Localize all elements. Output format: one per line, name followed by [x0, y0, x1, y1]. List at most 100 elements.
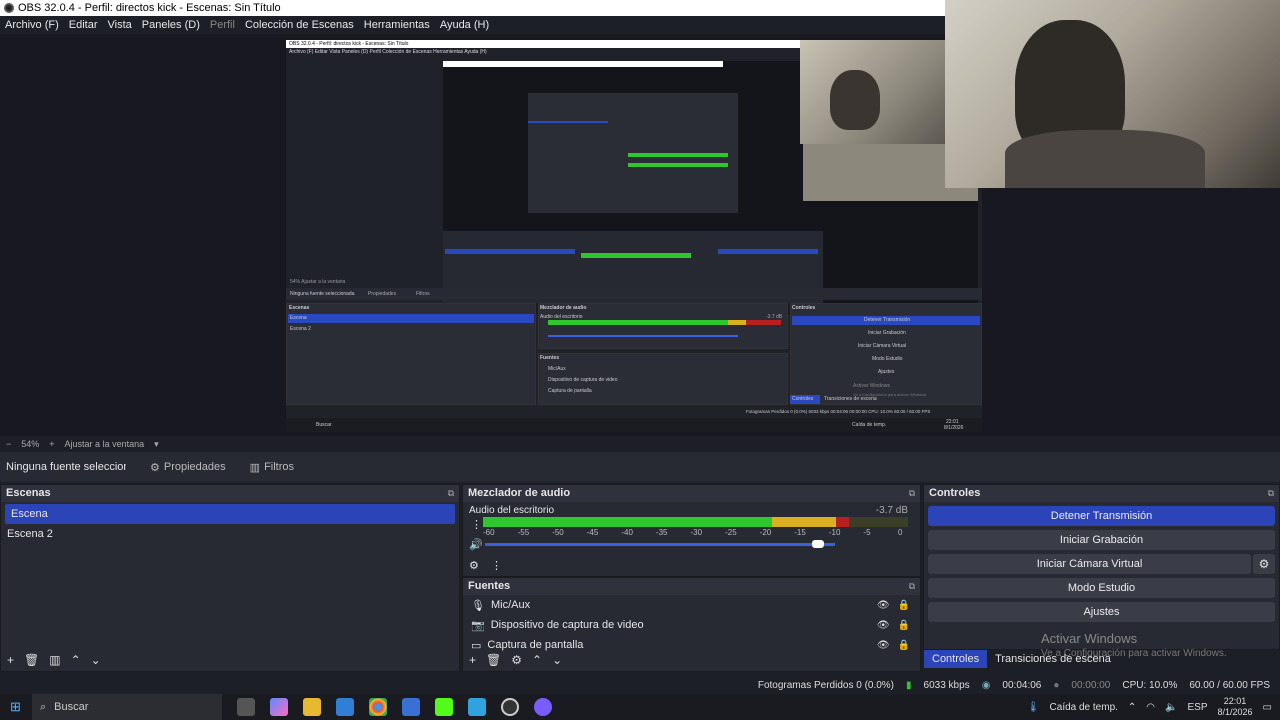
arrow-down-icon[interactable]: ⌄ — [552, 653, 562, 667]
menu-herramientas[interactable]: Herramientas — [364, 19, 430, 31]
meter-tick-label: -10 — [828, 528, 841, 537]
gear-icon[interactable]: ⚙ — [1253, 554, 1275, 574]
nested-scene-highlight — [288, 314, 534, 323]
trash-icon[interactable]: 🗑 — [24, 653, 39, 667]
add-icon[interactable]: + — [7, 653, 14, 667]
nested-menu: Archivo (F) Editar Vista Paneles (D) Per… — [289, 49, 487, 55]
eye-icon[interactable]: 👁 — [877, 620, 890, 631]
arrow-up-icon[interactable]: ⌃ — [71, 653, 81, 667]
undock-icon[interactable]: ⧉ — [909, 485, 915, 502]
nested-cam: Dispositivo de captura de video — [548, 377, 618, 383]
app-icon[interactable] — [468, 698, 486, 716]
window-title: OBS 32.0.4 - Perfil: directos kick - Esc… — [18, 2, 281, 14]
add-icon[interactable]: + — [469, 653, 476, 667]
stop-stream-button[interactable]: Detener Transmisión — [928, 506, 1275, 526]
arrow-down-icon[interactable]: ⌄ — [91, 653, 101, 667]
tab-controles[interactable]: Controles — [924, 650, 988, 668]
audio-channel-label: Audio del escritorio — [469, 505, 555, 516]
nested-search: Buscar — [316, 422, 332, 428]
menu-ayuda[interactable]: Ayuda (H) — [440, 19, 489, 31]
chevron-down-icon[interactable]: ▾ — [154, 439, 159, 450]
start-recording-button[interactable]: Iniciar Grabación — [928, 530, 1275, 550]
filter-icon[interactable]: ▥ — [49, 653, 60, 667]
menu-paneles[interactable]: Paneles (D) — [142, 19, 200, 31]
gear-icon[interactable]: ⚙ — [511, 653, 522, 667]
nested-props: Propiedades — [368, 291, 397, 297]
controls-dock: Controles ⧉ Detener Transmisión Iniciar G… — [923, 484, 1280, 650]
webcam-overlay — [945, 0, 1280, 188]
undock-icon[interactable]: ⧉ — [1268, 485, 1274, 502]
kebab-icon[interactable]: ⋮ — [491, 559, 502, 572]
language-label[interactable]: ESP — [1187, 702, 1207, 713]
nested-b1: Detener Transmisión — [864, 317, 911, 323]
nested-meter-green — [548, 320, 728, 325]
nested-status: Fotogramas Perdidos 0 (0.0%) 6033 kbps 0… — [746, 409, 931, 414]
undock-icon[interactable]: ⧉ — [909, 578, 915, 595]
obs-icon[interactable] — [501, 698, 519, 716]
volume-slider-handle[interactable] — [811, 540, 824, 548]
scenes-title: Escenas — [6, 487, 51, 499]
file-explorer-icon[interactable] — [303, 698, 321, 716]
lock-icon[interactable]: 🔒 — [898, 620, 910, 631]
sources-title: Fuentes — [468, 580, 511, 592]
scene-item[interactable]: Escena — [5, 504, 455, 524]
clock[interactable]: 22:01 8/1/2026 — [1218, 696, 1253, 718]
sources-list: 🎙 Mic/Aux 👁 🔒 📷 Dispositivo de captura de vi… — [463, 595, 920, 651]
arrow-up-icon[interactable]: ⌃ — [532, 653, 542, 667]
weather-label[interactable]: Caída de temp. — [1050, 702, 1118, 713]
speaker-icon[interactable]: 🔊 — [469, 538, 483, 551]
volume-icon[interactable]: 🔈 — [1165, 702, 1177, 713]
nested-b5: Ajustes — [878, 369, 895, 375]
kebab-icon[interactable]: ⋮ — [471, 518, 482, 531]
fps: 60.00 / 60.00 FPS — [1189, 679, 1270, 691]
task-view-icon[interactable] — [237, 698, 255, 716]
undock-icon[interactable]: ⧉ — [448, 485, 454, 502]
obs-logo-icon — [4, 3, 14, 13]
tab-transiciones[interactable]: Transiciones de escena — [987, 650, 1119, 668]
clock-date: 8/1/2026 — [1217, 707, 1253, 717]
source-label: Dispositivo de captura de video — [490, 619, 644, 631]
meter-tick-label: -15 — [794, 528, 806, 537]
menu-editar[interactable]: Editar — [69, 19, 98, 31]
eye-icon[interactable]: 👁 — [877, 600, 890, 611]
windows-start-icon[interactable]: ⊞ — [10, 699, 21, 715]
notification-icon[interactable]: ▭ — [1263, 702, 1272, 713]
meter-ticks: -60 -55 -50 -45 -40 -35 -30 -25 -20 -15 -10 -5 0 — [483, 528, 908, 538]
menu-archivo[interactable]: Archivo (F) — [5, 19, 59, 31]
menu-vista[interactable]: Vista — [108, 19, 132, 31]
store-icon[interactable] — [402, 698, 420, 716]
studio-mode-button[interactable]: Modo Estudio — [928, 578, 1275, 598]
settings-button[interactable]: Ajustes — [928, 602, 1275, 622]
meter-tick-label: -20 — [759, 528, 772, 537]
source-toolbar: Ninguna fuente seleccionada ⚙Propiedades… — [0, 452, 1280, 482]
taskbar-search[interactable]: ⌕ Buscar — [32, 694, 222, 720]
chevron-up-icon[interactable]: ⌃ — [1128, 702, 1136, 713]
zoom-in-icon[interactable]: + — [49, 439, 54, 449]
kick-icon[interactable] — [435, 698, 453, 716]
lock-icon[interactable]: 🔒 — [898, 600, 910, 611]
clock-time: 22:01 — [1223, 696, 1247, 706]
filters-button[interactable]: ▥ Filtros — [250, 461, 294, 474]
menu-coleccion[interactable]: Colección de Escenas — [245, 19, 354, 31]
signal-icon: ▮ — [906, 679, 912, 691]
copilot-icon[interactable] — [270, 698, 288, 716]
mic-icon: 🎙 — [471, 599, 485, 612]
mixer-settings-icon[interactable]: ⚙ — [469, 559, 479, 572]
properties-button[interactable]: ⚙ Propiedades — [150, 461, 226, 474]
virtual-camera-button[interactable]: Iniciar Cámara Virtual — [928, 554, 1251, 574]
wifi-icon[interactable]: ◠ — [1146, 702, 1155, 713]
menu-perfil[interactable]: Perfil — [210, 19, 235, 31]
chrome-icon[interactable] — [369, 698, 387, 716]
list-item[interactable]: 📷 Dispositivo de captura de video 👁 🔒 — [463, 615, 920, 635]
chat-app-icon[interactable] — [534, 698, 552, 716]
fit-window-button[interactable]: Ajustar a la ventana — [65, 439, 145, 449]
edge-icon[interactable] — [336, 698, 354, 716]
list-item[interactable]: 🎙 Mic/Aux 👁 🔒 — [463, 595, 920, 615]
nested-no-source: Ninguna fuente seleccionada — [290, 291, 355, 297]
dropped-frames: Fotogramas Perdidos 0 (0.0%) — [757, 679, 895, 691]
zoom-out-icon[interactable]: − — [6, 439, 11, 449]
volume-slider[interactable] — [485, 543, 835, 546]
meter-tick-label: -35 — [655, 528, 668, 537]
scene-item[interactable]: Escena 2 — [1, 524, 459, 544]
trash-icon[interactable]: 🗑 — [486, 653, 501, 667]
